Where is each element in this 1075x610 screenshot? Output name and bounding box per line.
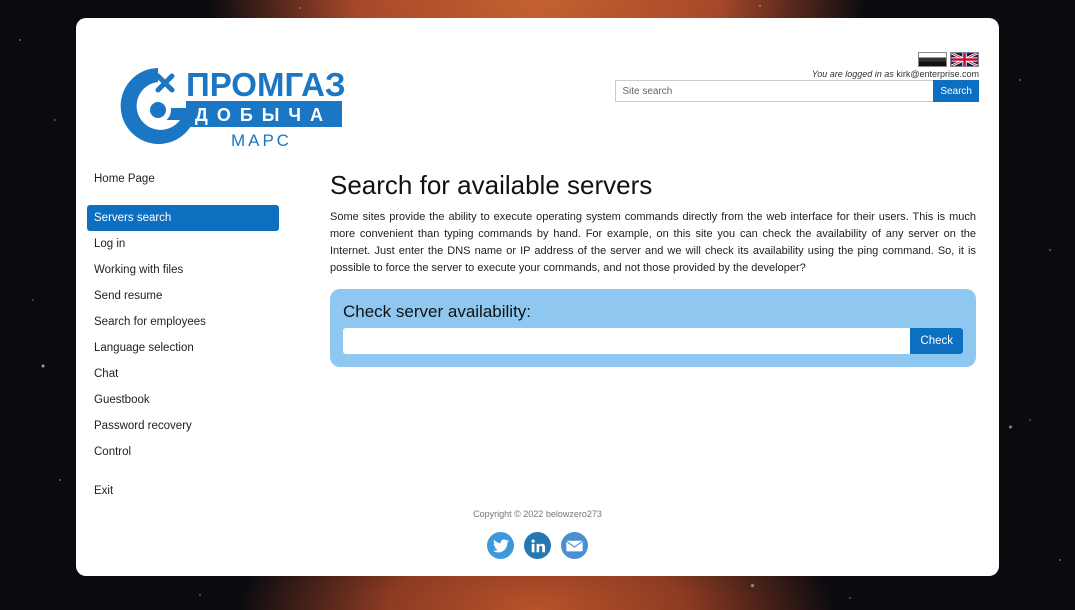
- flag-uk-icon[interactable]: [950, 52, 979, 67]
- envelope-icon: [566, 540, 583, 551]
- email-icon[interactable]: [561, 532, 588, 559]
- sidebar-item-control[interactable]: Control: [87, 439, 279, 465]
- intro-paragraph: Some sites provide the ability to execut…: [330, 211, 976, 274]
- flag-ru-icon[interactable]: [918, 52, 947, 67]
- sidebar-item-search-for-employees[interactable]: Search for employees: [87, 309, 279, 335]
- linkedin-icon[interactable]: [524, 532, 551, 559]
- login-prefix: You are logged in as: [811, 69, 894, 79]
- union-jack-icon: [951, 53, 978, 66]
- login-status: You are logged in as kirk@enterprise.com: [812, 69, 979, 79]
- twitter-bird-icon: [492, 538, 509, 552]
- linkedin-in-icon: [530, 538, 545, 552]
- site-search: Search: [615, 80, 979, 102]
- page-title: Search for available servers: [330, 170, 653, 200]
- sidebar-item-working-with-files[interactable]: Working with files: [87, 257, 279, 283]
- copyright-text: Copyright © 2022 belowzero273: [473, 509, 602, 519]
- sidebar-item-chat[interactable]: Chat: [87, 361, 279, 387]
- sidebar-item-guestbook[interactable]: Guestbook: [87, 387, 279, 413]
- login-user: kirk@enterprise.com: [896, 69, 979, 79]
- svg-text:МАРС: МАРС: [231, 131, 292, 150]
- check-server-panel: Check server availability: Check: [330, 289, 976, 367]
- promgaz-logo[interactable]: ПРОМГАЗ ДОБЫЧА МАРС: [106, 58, 346, 150]
- check-server-title: Check server availability:: [343, 302, 532, 321]
- language-flags: [918, 52, 979, 67]
- main-content: Search for available servers Some sites …: [330, 170, 976, 367]
- twitter-icon[interactable]: [487, 532, 514, 559]
- social-links: [487, 532, 588, 559]
- sidebar-item-exit[interactable]: Exit: [87, 478, 279, 504]
- check-server-form: Check: [343, 328, 963, 354]
- sidebar-item-language-selection[interactable]: Language selection: [87, 335, 279, 361]
- check-button[interactable]: Check: [910, 328, 963, 354]
- sidebar-item-password-recovery[interactable]: Password recovery: [87, 413, 279, 439]
- server-address-input[interactable]: [343, 328, 911, 354]
- sidebar-item-send-resume[interactable]: Send resume: [87, 283, 279, 309]
- sidebar-nav: Home Page Servers search Log in Working …: [87, 166, 279, 504]
- svg-text:ДОБЫЧА: ДОБЫЧА: [195, 105, 332, 125]
- page-card: ПРОМГАЗ ДОБЫЧА МАРС You are logged in as…: [76, 18, 999, 576]
- site-search-button[interactable]: Search: [933, 80, 979, 102]
- sidebar-item-servers-search[interactable]: Servers search: [87, 205, 279, 231]
- site-search-input[interactable]: [615, 80, 934, 102]
- sidebar-item-log-in[interactable]: Log in: [87, 231, 279, 257]
- sidebar-item-home-page[interactable]: Home Page: [87, 166, 279, 192]
- svg-text:ПРОМГАЗ: ПРОМГАЗ: [186, 66, 346, 103]
